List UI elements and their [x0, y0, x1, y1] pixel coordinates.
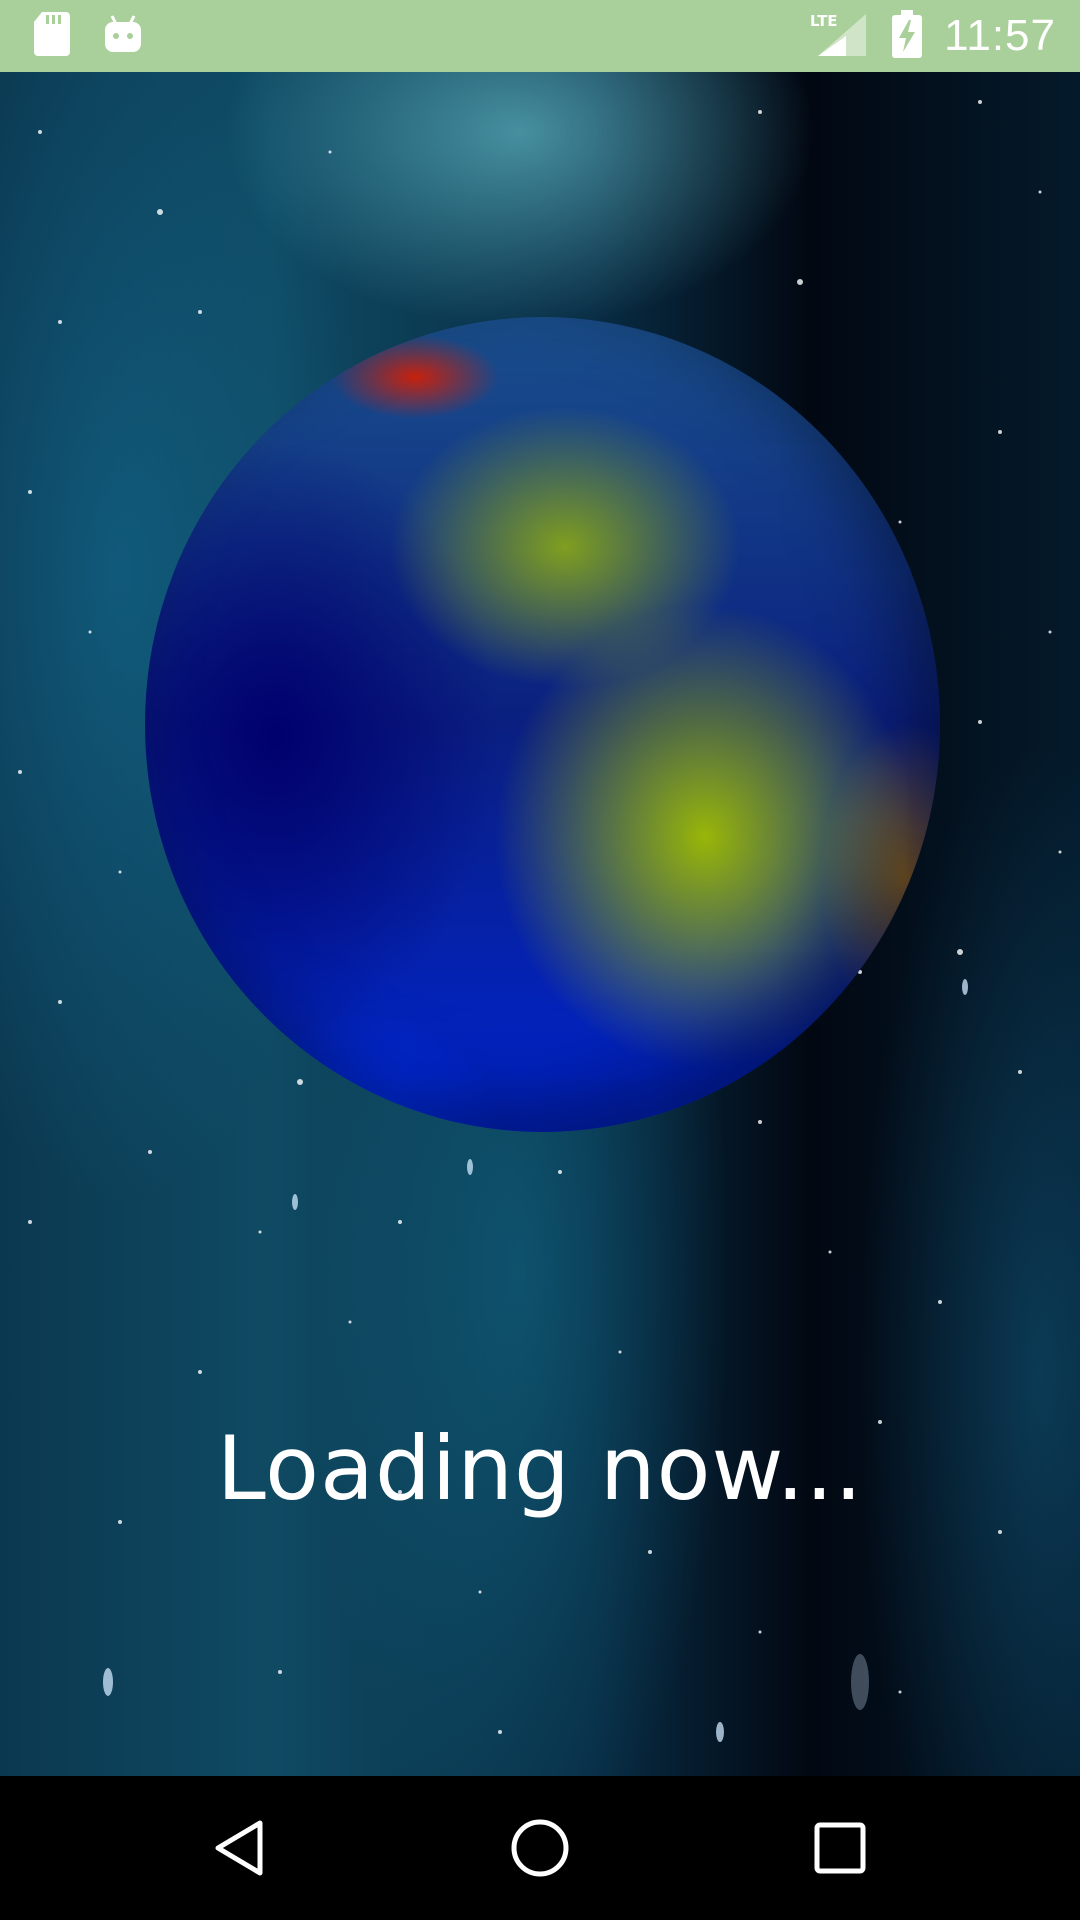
recents-icon — [814, 1822, 866, 1874]
battery-charging-icon — [892, 10, 923, 62]
lte-signal-icon: LTE — [810, 10, 870, 62]
back-icon — [215, 1820, 263, 1876]
svg-text:LTE: LTE — [810, 12, 838, 30]
sd-card-icon — [34, 12, 70, 60]
navigation-bar — [0, 1776, 1080, 1920]
clock: 11:57 — [944, 11, 1056, 60]
recents-button[interactable] — [790, 1798, 890, 1898]
earth-globe-image — [145, 317, 940, 1132]
status-bar: LTE 11:57 — [0, 0, 1080, 72]
home-icon — [511, 1819, 569, 1877]
loading-text: Loading now... — [216, 1417, 864, 1520]
space-background: Loading now... — [0, 72, 1080, 1776]
android-icon — [104, 14, 142, 58]
home-button[interactable] — [490, 1798, 590, 1898]
back-button[interactable] — [190, 1798, 290, 1898]
